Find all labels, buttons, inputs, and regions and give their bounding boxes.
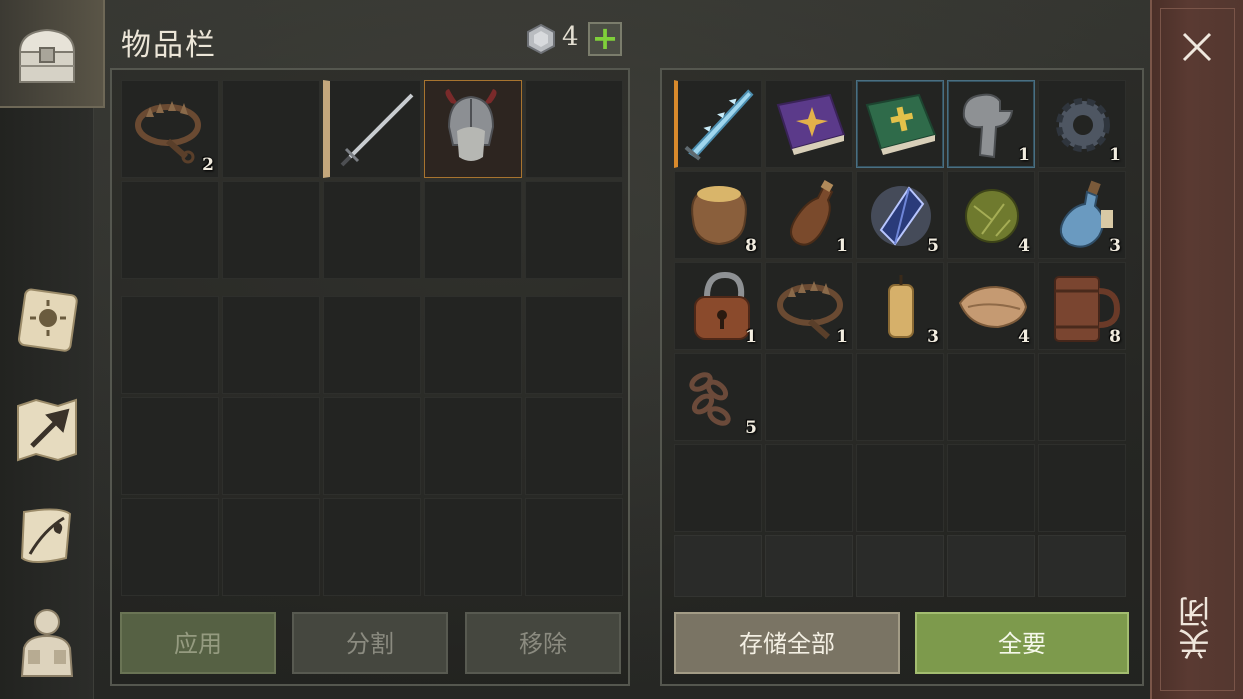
inventory-slot[interactable]	[121, 296, 219, 394]
split-button[interactable]: 分割	[292, 612, 448, 674]
close-label[interactable]: 关闭	[1176, 596, 1216, 660]
inventory-slot[interactable]	[222, 296, 320, 394]
horned-helmet-icon	[445, 89, 497, 161]
inventory-slot[interactable]	[424, 296, 522, 394]
storage-slot[interactable]: 8	[1038, 262, 1126, 350]
storage-grid: 1 1 8 1 5 4 3 1 1 3 4 8 5	[674, 80, 1126, 597]
storage-slot[interactable]	[856, 353, 944, 441]
inventory-slot[interactable]: 2	[121, 80, 219, 178]
sun-card-icon[interactable]	[10, 282, 84, 356]
storage-slot[interactable]: 3	[856, 262, 944, 350]
storage-slot[interactable]	[1038, 353, 1126, 441]
inventory-slot[interactable]	[525, 296, 623, 394]
left-nav	[0, 0, 105, 699]
green-book-icon	[865, 93, 937, 155]
inventory-slot[interactable]	[121, 498, 219, 596]
item-count: 3	[1109, 236, 1121, 256]
item-count: 5	[927, 236, 939, 256]
close-icon[interactable]	[1180, 30, 1214, 64]
item-count: 4	[1018, 236, 1030, 256]
page-title: 物品栏	[121, 28, 217, 63]
storage-slot[interactable]: 1	[1038, 80, 1126, 168]
remove-button[interactable]: 移除	[465, 612, 621, 674]
player-quick-grid: 2	[121, 80, 623, 279]
storage-slot[interactable]: 5	[856, 171, 944, 259]
close-sidebar[interactable]	[1150, 0, 1243, 699]
inventory-slot[interactable]	[424, 397, 522, 495]
nav-active-tab[interactable]	[0, 0, 105, 108]
item-count: 5	[745, 418, 757, 438]
storage-slot[interactable]: 8	[674, 171, 762, 259]
storage-slot[interactable]	[674, 535, 762, 597]
item-count: 1	[1109, 145, 1121, 165]
storage-slot[interactable]	[856, 535, 944, 597]
player-backpack-grid	[121, 296, 623, 596]
item-count: 3	[927, 327, 939, 347]
storage-slot[interactable]: 1	[947, 80, 1035, 168]
gem-icon	[527, 24, 555, 54]
storage-slot[interactable]	[674, 80, 762, 168]
storage-slot[interactable]	[856, 444, 944, 532]
inventory-slot[interactable]	[323, 397, 421, 495]
item-count: 1	[836, 236, 848, 256]
storage-slot[interactable]: 1	[765, 262, 853, 350]
storage-slot[interactable]	[947, 353, 1035, 441]
inventory-slot[interactable]	[525, 397, 623, 495]
inventory-slot[interactable]	[424, 80, 522, 178]
storage-slot[interactable]: 5	[674, 353, 762, 441]
currency-count: 4	[562, 22, 579, 52]
storage-slot[interactable]	[1038, 444, 1126, 532]
storage-slot[interactable]: 4	[947, 171, 1035, 259]
storage-slot[interactable]	[765, 535, 853, 597]
storage-slot[interactable]: 4	[947, 262, 1035, 350]
inventory-slot[interactable]	[323, 80, 421, 178]
inventory-slot[interactable]	[222, 80, 320, 178]
character-backpack-icon[interactable]	[10, 604, 84, 678]
apply-button[interactable]: 应用	[120, 612, 276, 674]
close-sidebar-frame	[1160, 8, 1235, 691]
inventory-slot[interactable]	[121, 397, 219, 495]
chest-icon	[18, 28, 76, 83]
inventory-slot[interactable]	[525, 181, 623, 279]
item-count: 1	[836, 327, 848, 347]
storage-slot[interactable]	[947, 535, 1035, 597]
storage-slot[interactable]: 1	[674, 262, 762, 350]
purple-book-icon	[776, 93, 846, 155]
storage-slot[interactable]	[765, 80, 853, 168]
scroll-quill-icon[interactable]	[10, 500, 84, 574]
inventory-slot[interactable]	[323, 181, 421, 279]
inventory-slot[interactable]	[222, 498, 320, 596]
add-currency-button[interactable]: +	[588, 22, 622, 56]
inventory-slot[interactable]	[121, 181, 219, 279]
item-count: 1	[745, 327, 757, 347]
inventory-slot[interactable]	[525, 80, 623, 178]
item-count: 8	[1109, 327, 1121, 347]
storage-slot[interactable]	[856, 80, 944, 168]
storage-slot[interactable]: 3	[1038, 171, 1126, 259]
ice-sword-icon	[684, 89, 754, 161]
storage-slot[interactable]: 1	[765, 171, 853, 259]
inventory-slot[interactable]	[222, 397, 320, 495]
item-count: 1	[1018, 145, 1030, 165]
take-all-button[interactable]: 全要	[915, 612, 1129, 674]
storage-slot[interactable]	[765, 444, 853, 532]
inventory-slot[interactable]	[323, 296, 421, 394]
sword-icon	[340, 93, 414, 167]
item-count: 2	[202, 155, 214, 175]
store-all-button[interactable]: 存储全部	[674, 612, 900, 674]
bear-trap-icon	[135, 101, 201, 164]
storage-slot[interactable]	[1038, 535, 1126, 597]
inventory-slot[interactable]	[424, 181, 522, 279]
inventory-slot[interactable]	[222, 181, 320, 279]
item-count: 8	[745, 236, 757, 256]
storage-slot[interactable]	[947, 444, 1035, 532]
inventory-slot[interactable]	[323, 498, 421, 596]
inventory-slot[interactable]	[525, 498, 623, 596]
storage-slot[interactable]	[765, 353, 853, 441]
map-arrow-icon[interactable]	[10, 392, 84, 466]
storage-slot[interactable]	[674, 444, 762, 532]
inventory-slot[interactable]	[424, 498, 522, 596]
item-count: 4	[1018, 327, 1030, 347]
